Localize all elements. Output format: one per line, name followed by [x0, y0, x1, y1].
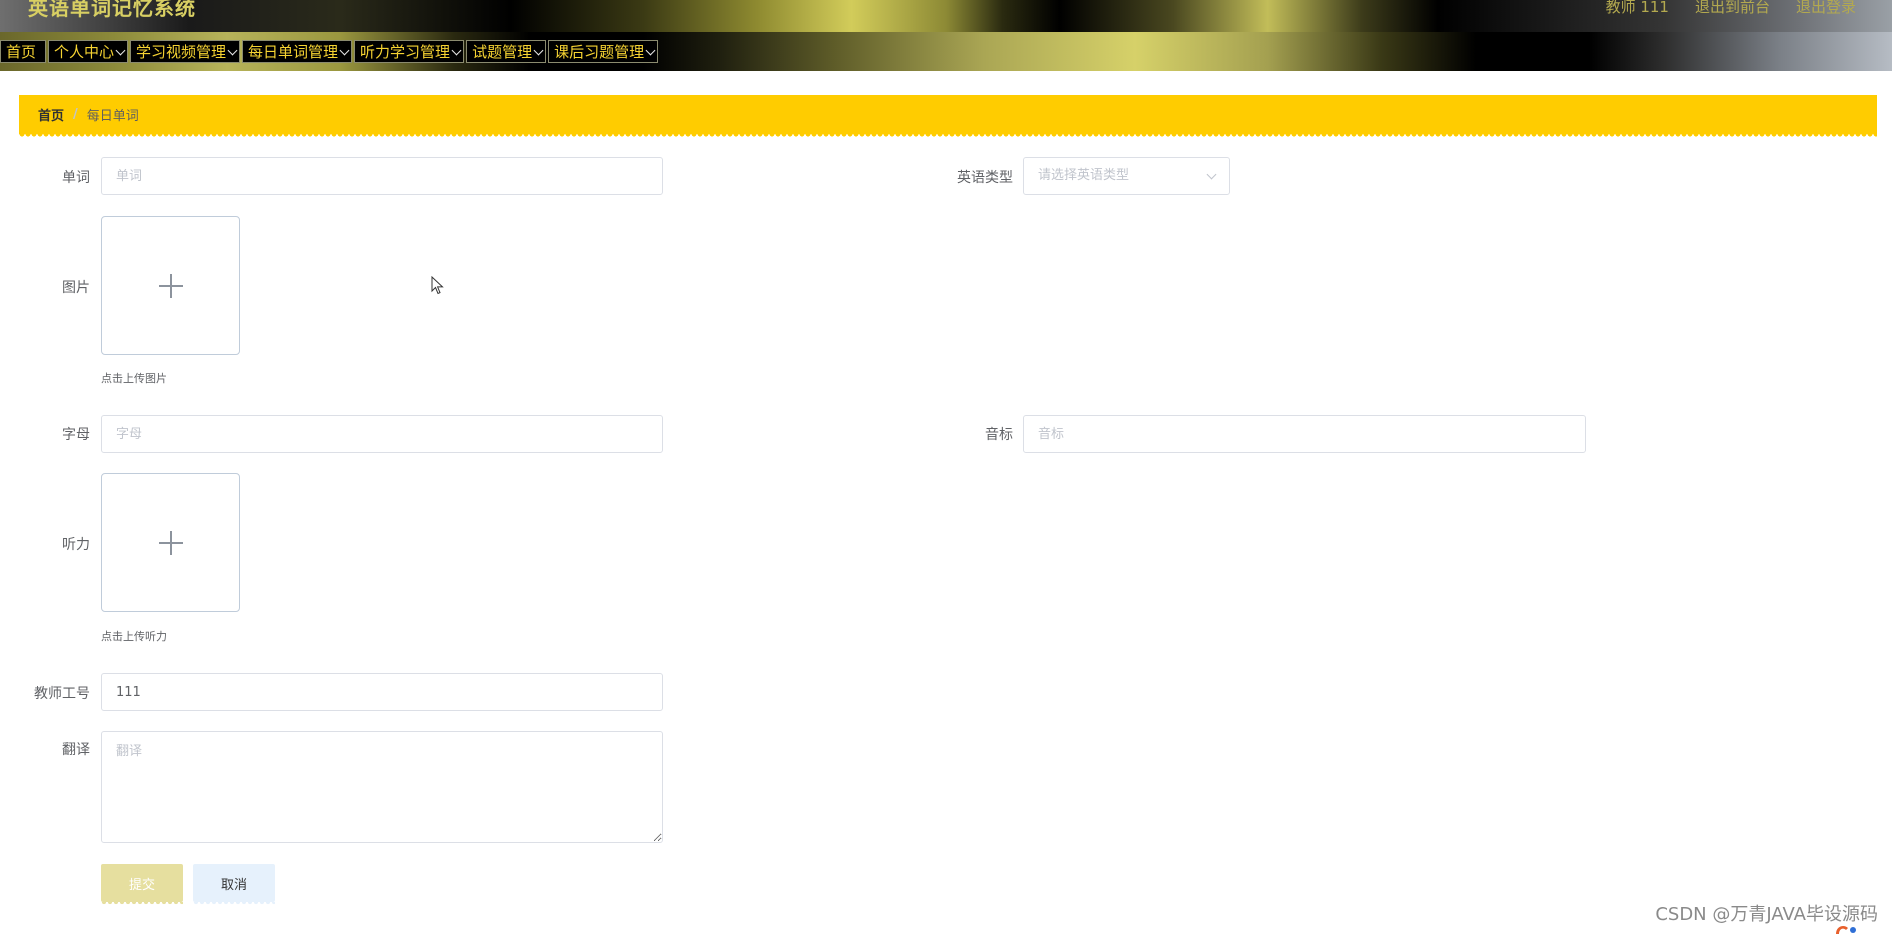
nav-menu: 首页 个人中心 学习视频管理 每日单词管理 听力学习管理 试题管理 课后习题管理 — [0, 40, 660, 63]
nav-item-label: 学习视频管理 — [136, 43, 227, 61]
word-input[interactable] — [101, 157, 663, 195]
word-label: 单词 — [62, 170, 90, 186]
nav-item-label: 首页 — [6, 43, 37, 61]
translation-textarea[interactable] — [101, 731, 663, 843]
logout-link[interactable]: 退出登录 — [1796, 0, 1856, 17]
current-user: 教师 111 — [1605, 0, 1669, 16]
submit-button[interactable]: 提交 — [101, 864, 183, 906]
letters-label: 字母 — [62, 427, 90, 443]
chevron-down-icon — [115, 45, 126, 55]
nav-item-homework-management[interactable]: 课后习题管理 — [548, 40, 659, 63]
breadcrumb-home[interactable]: 首页 — [38, 105, 64, 124]
nav-item-daily-word-management[interactable]: 每日单词管理 — [242, 40, 353, 63]
nav-item-label: 个人中心 — [54, 43, 115, 61]
chevron-down-icon — [533, 45, 544, 55]
picture-upload-tip: 点击上传图片 — [101, 372, 167, 385]
plus-icon — [159, 274, 183, 298]
top-links: 教师 111 退出到前台 退出登录 — [1606, 0, 1856, 17]
breadcrumb-current: 每日单词 — [86, 109, 139, 124]
nav-item-home[interactable]: 首页 — [0, 40, 46, 63]
chevron-down-icon — [339, 45, 350, 55]
chevron-down-icon — [451, 45, 462, 55]
nav-item-label: 试题管理 — [472, 43, 533, 61]
nav-item-label: 课后习题管理 — [554, 43, 645, 61]
chevron-down-icon — [645, 45, 656, 55]
cancel-button[interactable]: 取消 — [193, 864, 275, 906]
breadcrumb: 首页 / 每日单词 — [19, 95, 1877, 138]
listening-label: 听力 — [62, 537, 90, 553]
breadcrumb-separator: / — [73, 107, 78, 122]
letters-input[interactable] — [101, 415, 663, 453]
english-type-label: 英语类型 — [957, 170, 1013, 186]
chevron-down-icon — [1206, 169, 1217, 180]
teacher-id-input[interactable] — [101, 673, 663, 711]
top-header: 英语单词记忆系统 教师 111 退出到前台 退出登录 — [0, 0, 1892, 32]
picture-upload-button[interactable] — [101, 216, 240, 355]
mouse-cursor-icon — [431, 276, 444, 295]
plus-icon — [159, 531, 183, 555]
app-title: 英语单词记忆系统 — [28, 0, 196, 20]
nav-item-exam-management[interactable]: 试题管理 — [466, 40, 547, 63]
nav-item-personal-center[interactable]: 个人中心 — [48, 40, 129, 63]
nav-item-listening-management[interactable]: 听力学习管理 — [354, 40, 465, 63]
nav-item-label: 听力学习管理 — [360, 43, 451, 61]
nav-bar: 首页 个人中心 学习视频管理 每日单词管理 听力学习管理 试题管理 课后习题管理 — [0, 32, 1892, 71]
phonetic-input[interactable] — [1023, 415, 1586, 453]
phonetic-label: 音标 — [985, 427, 1013, 443]
listening-upload-button[interactable] — [101, 473, 240, 612]
back-to-frontend-link[interactable]: 退出到前台 — [1695, 0, 1770, 17]
chevron-down-icon — [227, 45, 238, 55]
nav-item-video-management[interactable]: 学习视频管理 — [130, 40, 241, 63]
corner-logo-icon — [1836, 926, 1856, 934]
english-type-placeholder: 请选择英语类型 — [1038, 168, 1130, 183]
teacher-id-label: 教师工号 — [34, 686, 90, 702]
nav-item-label: 每日单词管理 — [248, 43, 339, 61]
english-type-select[interactable]: 请选择英语类型 — [1023, 157, 1230, 195]
picture-label: 图片 — [62, 280, 90, 296]
listening-upload-tip: 点击上传听力 — [101, 630, 167, 643]
translation-label: 翻译 — [62, 742, 90, 758]
